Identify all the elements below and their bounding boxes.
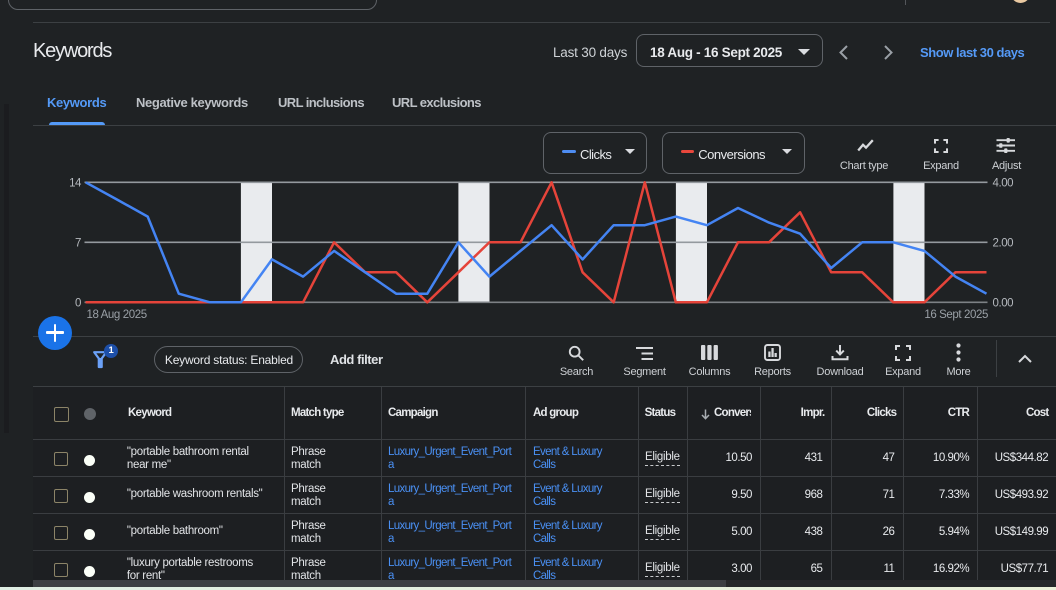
svg-text:0.00: 0.00 — [993, 298, 1014, 310]
svg-text:7: 7 — [75, 238, 81, 250]
svg-text:0: 0 — [75, 298, 81, 310]
svg-text:16 Sept 2025: 16 Sept 2025 — [924, 309, 988, 321]
svg-text:4.00: 4.00 — [993, 178, 1014, 190]
svg-text:14: 14 — [69, 178, 82, 190]
svg-text:2.00: 2.00 — [993, 238, 1014, 250]
svg-text:18 Aug 2025: 18 Aug 2025 — [87, 309, 147, 321]
